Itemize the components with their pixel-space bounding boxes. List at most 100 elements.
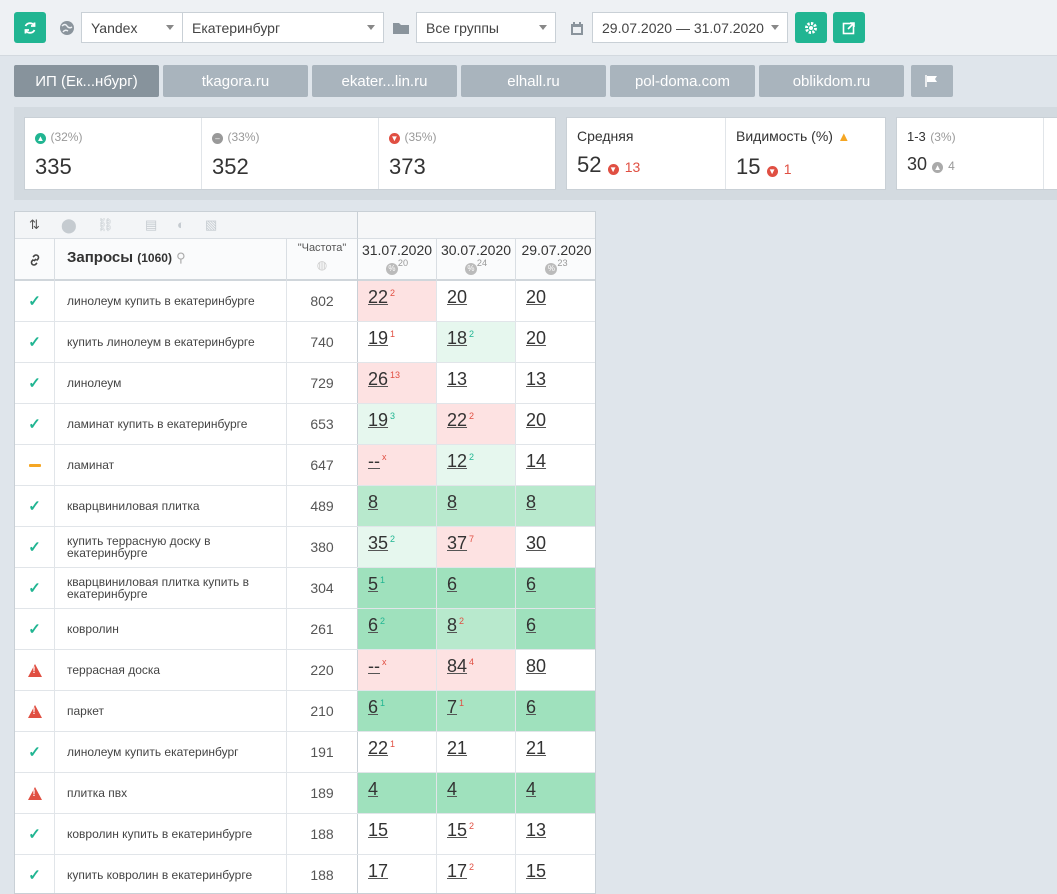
- position-cell[interactable]: 8: [437, 486, 516, 526]
- position-value[interactable]: 12: [447, 451, 467, 471]
- position-value[interactable]: 17: [447, 861, 467, 881]
- position-value[interactable]: 20: [447, 287, 467, 307]
- position-value[interactable]: --: [368, 451, 380, 471]
- table-row[interactable]: ✓ ламинат купить в екатеринбурге 653 19 3 22 2…: [15, 404, 595, 445]
- position-value[interactable]: 19: [368, 410, 388, 430]
- position-value[interactable]: 15: [368, 820, 388, 840]
- position-cell[interactable]: 14: [516, 445, 595, 485]
- position-value[interactable]: 6: [447, 574, 457, 594]
- table-row[interactable]: ✓ купить линолеум в екатеринбурге 740 19 1 18…: [15, 322, 595, 363]
- position-cell[interactable]: 4: [437, 773, 516, 813]
- position-cell[interactable]: 6: [516, 691, 595, 731]
- settings-button[interactable]: [795, 12, 827, 43]
- region-select[interactable]: Екатеринбург: [182, 12, 384, 43]
- list-icon[interactable]: ▤: [145, 217, 157, 233]
- position-value[interactable]: 21: [447, 738, 467, 758]
- position-value[interactable]: 8: [526, 492, 536, 512]
- position-cell[interactable]: 15: [516, 855, 595, 893]
- position-value[interactable]: 13: [526, 820, 546, 840]
- position-cell[interactable]: 22 2: [358, 281, 437, 321]
- position-value[interactable]: 6: [368, 697, 378, 717]
- position-value[interactable]: 30: [526, 533, 546, 553]
- position-cell[interactable]: 19 3: [358, 404, 437, 444]
- position-cell[interactable]: 6: [516, 568, 595, 608]
- freq-header[interactable]: "Частота" ◍: [287, 239, 358, 281]
- position-value[interactable]: 8: [368, 492, 378, 512]
- position-cell[interactable]: 71: [437, 691, 516, 731]
- date-header-3[interactable]: 29.07.2020 %23: [516, 239, 595, 281]
- position-value[interactable]: 20: [526, 328, 546, 348]
- date-header-2[interactable]: 30.07.2020 %24: [437, 239, 516, 281]
- tab-oblikdom[interactable]: oblikdom.ru: [759, 65, 904, 97]
- position-cell[interactable]: 4: [516, 773, 595, 813]
- position-cell[interactable]: 20: [437, 281, 516, 321]
- position-value[interactable]: 20: [526, 410, 546, 430]
- position-value[interactable]: 14: [526, 451, 546, 471]
- position-value[interactable]: 22: [368, 287, 388, 307]
- position-value[interactable]: 80: [526, 656, 546, 676]
- position-value[interactable]: 8: [447, 615, 457, 635]
- position-value[interactable]: 20: [526, 287, 546, 307]
- table-row[interactable]: ✓ купить террасную доску в екатеринбурге 3…: [15, 527, 595, 568]
- position-value[interactable]: 13: [447, 369, 467, 389]
- position-cell[interactable]: 17 2: [437, 855, 516, 893]
- table-row[interactable]: паркет21061716: [15, 691, 595, 732]
- position-cell[interactable]: 12 2: [437, 445, 516, 485]
- contrast-icon[interactable]: ◐: [177, 217, 185, 232]
- tab-ekater[interactable]: ekater...lin.ru: [312, 65, 457, 97]
- position-value[interactable]: 21: [526, 738, 546, 758]
- position-value[interactable]: 6: [526, 697, 536, 717]
- search-icon[interactable]: ⚲: [176, 250, 186, 265]
- tab-elhall[interactable]: elhall.ru: [461, 65, 606, 97]
- group-select[interactable]: Все группы: [416, 12, 556, 43]
- image-icon[interactable]: ▧: [205, 217, 217, 233]
- position-value[interactable]: 4: [526, 779, 536, 799]
- position-cell[interactable]: 30: [516, 527, 595, 567]
- position-value[interactable]: 19: [368, 328, 388, 348]
- toggle-icon[interactable]: ⬤: [61, 217, 77, 234]
- tab-flag[interactable]: [911, 65, 953, 97]
- position-cell[interactable]: 22 1: [358, 732, 437, 772]
- tab-tkagora[interactable]: tkagora.ru: [163, 65, 308, 97]
- position-cell[interactable]: 19 1: [358, 322, 437, 362]
- position-cell[interactable]: 8: [358, 486, 437, 526]
- table-row[interactable]: ✓ кварцвиниловая плитка 489 8 8 8: [15, 486, 595, 527]
- position-value[interactable]: 6: [526, 615, 536, 635]
- position-cell[interactable]: 15 2: [437, 814, 516, 854]
- position-value[interactable]: 22: [447, 410, 467, 430]
- position-value[interactable]: 26: [368, 369, 388, 389]
- position-value[interactable]: 6: [368, 615, 378, 635]
- position-cell[interactable]: 6: [516, 609, 595, 649]
- position-cell[interactable]: 13: [437, 363, 516, 403]
- position-cell[interactable]: 4: [358, 773, 437, 813]
- position-cell[interactable]: 22 2: [437, 404, 516, 444]
- table-row[interactable]: ✓ купить ковролин в екатеринбурге 188 17 17 2…: [15, 855, 595, 893]
- position-value[interactable]: 35: [368, 533, 388, 553]
- position-value[interactable]: 7: [447, 697, 457, 717]
- queries-header[interactable]: Запросы (1060) ⚲: [55, 239, 287, 281]
- position-cell[interactable]: 15: [358, 814, 437, 854]
- position-value[interactable]: 15: [447, 820, 467, 840]
- position-cell[interactable]: 8: [516, 486, 595, 526]
- position-value[interactable]: 8: [447, 492, 457, 512]
- tab-ip[interactable]: ИП (Ек...нбург): [14, 65, 159, 97]
- position-cell[interactable]: 13: [516, 363, 595, 403]
- position-cell[interactable]: 6: [437, 568, 516, 608]
- position-value[interactable]: 84: [447, 656, 467, 676]
- position-cell[interactable]: 61: [358, 691, 437, 731]
- table-row[interactable]: плитка пвх189 4 4 4: [15, 773, 595, 814]
- position-cell[interactable]: 20: [516, 404, 595, 444]
- link-icon[interactable]: ⛓: [97, 217, 114, 233]
- position-value[interactable]: 6: [526, 574, 536, 594]
- position-value[interactable]: 15: [526, 861, 546, 881]
- engine-select[interactable]: Yandex: [81, 12, 183, 43]
- table-row[interactable]: ✓ кварцвиниловая плитка купить в екатерин…: [15, 568, 595, 609]
- position-cell[interactable]: 20: [516, 322, 595, 362]
- position-cell[interactable]: 37 7: [437, 527, 516, 567]
- position-cell[interactable]: 20: [516, 281, 595, 321]
- position-cell[interactable]: -- x: [358, 445, 437, 485]
- table-row[interactable]: ✓ линолеум купить екатеринбург 191 22 1 21 21: [15, 732, 595, 773]
- position-value[interactable]: 18: [447, 328, 467, 348]
- position-value[interactable]: 17: [368, 861, 388, 881]
- position-cell[interactable]: 62: [358, 609, 437, 649]
